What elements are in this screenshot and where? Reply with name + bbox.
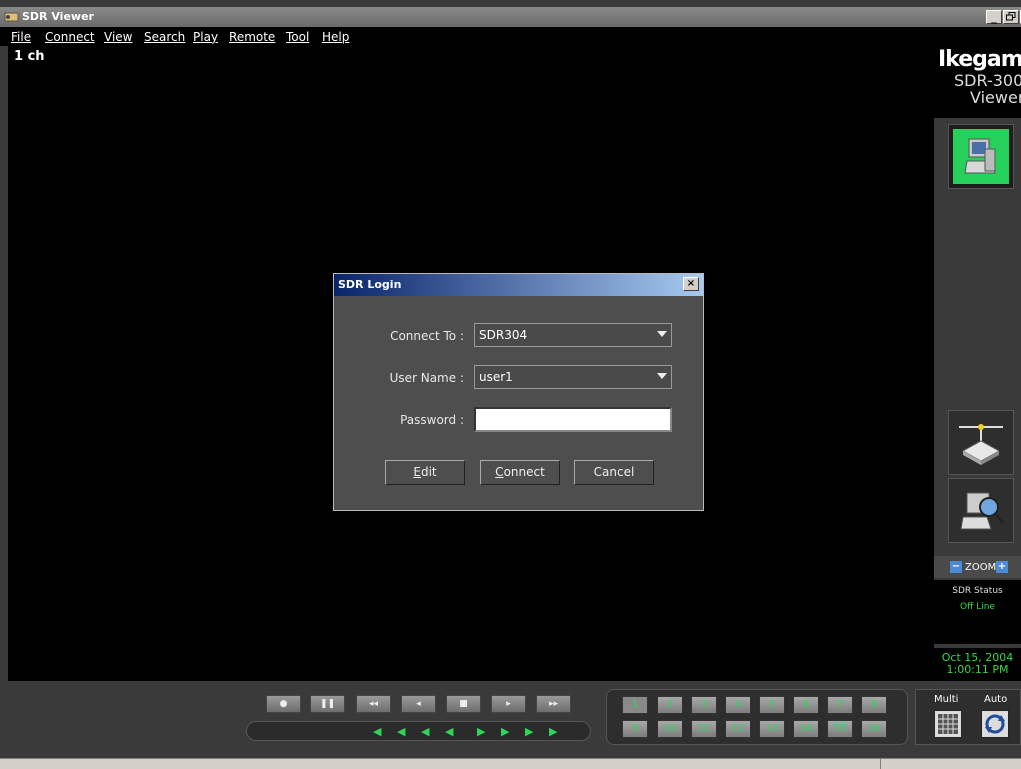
menu-play[interactable]: Play <box>193 30 218 44</box>
status-value: Off Line <box>960 602 995 612</box>
channel-button[interactable]: 16 <box>861 720 887 738</box>
menu-search[interactable]: Search <box>144 30 185 44</box>
speed-arrow-strip: ◀ ◀ ◀ ◀ ▶ ▶ ▶ ▶ <box>246 721 591 741</box>
connect-button[interactable]: Connect <box>480 460 560 485</box>
step-back-icon[interactable]: ◀ <box>421 725 429 738</box>
search-side-button[interactable] <box>948 478 1014 543</box>
play-button[interactable]: ▸ <box>491 695 526 713</box>
step-forward-icon[interactable]: ▶ <box>501 725 509 738</box>
channel-button[interactable]: 9 <box>622 720 648 738</box>
channel-button[interactable]: 8 <box>861 696 887 714</box>
step-forward-icon[interactable]: ▶ <box>549 725 557 738</box>
channel-button[interactable]: 2 <box>657 696 683 714</box>
brand-subtitle: Viewer <box>970 88 1021 107</box>
username-select[interactable]: user1 <box>474 365 672 389</box>
dialog-title-bar: SDR Login × <box>334 274 703 296</box>
menu-connect[interactable]: Connect <box>45 30 95 44</box>
brand-logo: Ikegami SDR-300 Viewer <box>934 46 1021 118</box>
multi-auto-panel: Multi Auto <box>915 689 1021 745</box>
channel-button[interactable]: 7 <box>827 696 853 714</box>
status-divider <box>880 759 881 769</box>
datetime-display: Oct 15, 2004 1:00:11 PM <box>934 648 1021 681</box>
brand-name: Ikegami <box>938 47 1021 72</box>
channel-button[interactable]: 13 <box>759 720 785 738</box>
minimize-button[interactable]: _ <box>986 10 1002 24</box>
menu-view[interactable]: View <box>104 30 132 44</box>
dialog-title: SDR Login <box>338 278 402 291</box>
channel-selector: 1 2 3 4 5 6 7 8 9 10 11 12 13 14 15 16 <box>606 689 908 745</box>
pause-button[interactable]: ❚❚ <box>310 695 345 713</box>
fast-rewind-button[interactable]: ◂◂ <box>356 695 391 713</box>
edit-button[interactable]: Edit <box>385 460 465 485</box>
menu-remote[interactable]: Remote <box>229 30 275 44</box>
menu-file[interactable]: File <box>11 30 31 44</box>
menu-help[interactable]: Help <box>322 30 349 44</box>
zoom-in-button[interactable]: + <box>996 561 1008 573</box>
playback-panel: ● ❚❚ ◂◂ ◂ ■ ▸ ▸▸ ◀ ◀ ◀ ◀ ▶ ▶ ▶ ▶ <box>246 689 591 745</box>
auto-cycle-button[interactable] <box>981 710 1009 738</box>
cancel-button[interactable]: Cancel <box>574 460 654 485</box>
password-label: Password : <box>400 413 464 427</box>
channel-button[interactable]: 6 <box>793 696 819 714</box>
channel-button[interactable]: 14 <box>793 720 819 738</box>
fast-forward-button[interactable]: ▸▸ <box>536 695 571 713</box>
reverse-play-button[interactable]: ◂ <box>401 695 436 713</box>
multi-label: Multi <box>934 694 959 705</box>
channel-button[interactable]: 1 <box>622 696 648 714</box>
grid-icon <box>938 714 958 734</box>
status-title: SDR Status <box>952 586 1003 596</box>
time-text: 1:00:11 PM <box>946 663 1009 676</box>
record-button[interactable]: ● <box>266 695 301 713</box>
maximize-button[interactable] <box>1003 10 1019 24</box>
stop-button[interactable]: ■ <box>446 695 481 713</box>
channel-button[interactable]: 3 <box>691 696 717 714</box>
chevron-down-icon <box>657 373 667 379</box>
chevron-down-icon <box>657 331 667 337</box>
connect-to-label: Connect To : <box>390 329 464 343</box>
password-field[interactable] <box>474 407 672 432</box>
channel-label: 1 ch <box>14 49 45 64</box>
connect-to-select[interactable]: SDR304 <box>474 323 672 347</box>
step-forward-icon[interactable]: ▶ <box>525 725 533 738</box>
connect-side-button[interactable] <box>948 124 1014 189</box>
username-label: User Name : <box>389 371 464 385</box>
computer-connect-icon <box>953 129 1009 184</box>
side-panel: Ikegami SDR-300 Viewer − ZOOM + SDR Stat… <box>934 46 1021 681</box>
step-back-icon[interactable]: ◀ <box>397 725 405 738</box>
zoom-out-button[interactable]: − <box>950 561 962 573</box>
channel-button[interactable]: 12 <box>725 720 751 738</box>
channel-button[interactable]: 15 <box>827 720 853 738</box>
channel-button[interactable]: 4 <box>725 696 751 714</box>
channel-button[interactable]: 10 <box>657 720 683 738</box>
search-computer-icon <box>960 492 1005 530</box>
step-back-icon[interactable]: ◀ <box>445 725 453 738</box>
menu-bar: File Connect View Search Play Remote Too… <box>0 27 1021 46</box>
app-icon <box>4 12 19 22</box>
zoom-label: ZOOM <box>965 562 997 573</box>
auto-label: Auto <box>984 694 1008 705</box>
control-bar: ● ❚❚ ◂◂ ◂ ■ ▸ ▸▸ ◀ ◀ ◀ ◀ ▶ ▶ ▶ ▶ 1 2 3 4… <box>0 681 1021 758</box>
step-back-icon[interactable]: ◀ <box>373 725 381 738</box>
network-icon <box>959 424 1003 465</box>
multi-view-button[interactable] <box>934 710 962 738</box>
channel-button[interactable]: 11 <box>691 720 717 738</box>
restore-icon <box>1006 12 1016 21</box>
window-title: SDR Viewer <box>22 10 94 23</box>
channel-button[interactable]: 5 <box>759 696 785 714</box>
network-button[interactable] <box>948 410 1014 475</box>
refresh-icon <box>985 714 1005 734</box>
sdr-status-box: SDR Status Off Line <box>934 580 1021 644</box>
login-dialog: SDR Login × Connect To : SDR304 User Nam… <box>333 273 704 511</box>
step-forward-icon[interactable]: ▶ <box>477 725 485 738</box>
menu-tool[interactable]: Tool <box>286 30 309 44</box>
status-bar <box>0 758 1021 769</box>
app-window: SDR Viewer _ × File Connect View Search … <box>0 0 1021 769</box>
dialog-close-button[interactable]: × <box>683 277 699 291</box>
title-bar: SDR Viewer _ × <box>0 7 1021 27</box>
zoom-control: − ZOOM + <box>934 556 1021 578</box>
